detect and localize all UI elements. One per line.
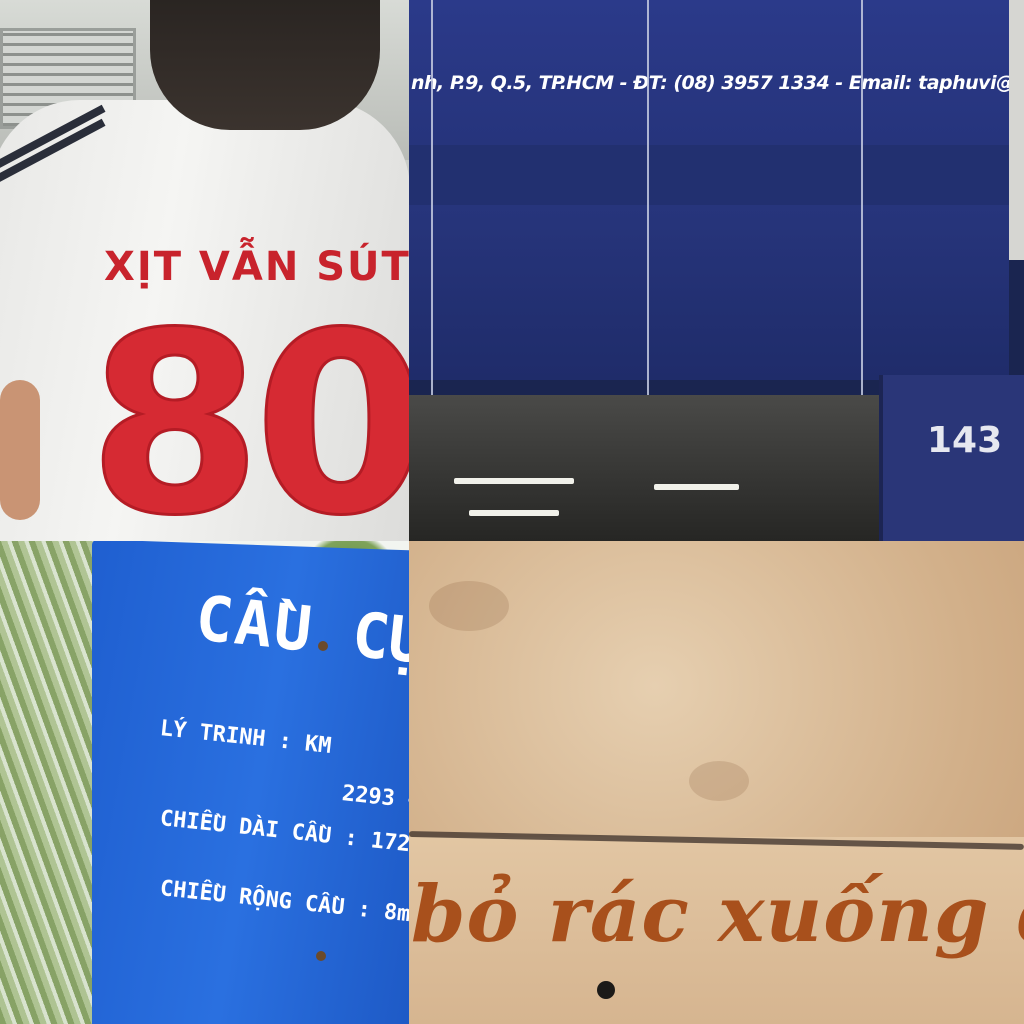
jersey-photo: XỊT VẪN SÚT 80	[0, 0, 409, 541]
house-number: 143	[927, 420, 1003, 461]
building-edge	[1009, 0, 1024, 260]
sign-bolt	[318, 641, 328, 651]
fascia-band	[409, 145, 1009, 205]
blue-cladding	[409, 205, 1009, 380]
tree	[0, 541, 95, 1024]
painted-wall-photo: bỏ rác xuống đường	[409, 541, 1024, 1024]
arm	[0, 380, 40, 520]
sign-bolt	[316, 951, 326, 961]
jersey-number: 80	[87, 279, 409, 541]
wall-stain	[429, 581, 509, 631]
panel-seam	[861, 0, 863, 400]
panel-seam	[431, 0, 433, 400]
hair	[150, 0, 380, 130]
wall-stain	[689, 761, 749, 801]
nail-hole	[597, 981, 615, 999]
ceiling-light	[654, 484, 739, 490]
painted-slogan: bỏ rác xuống đường	[411, 869, 1024, 960]
ceiling-light	[454, 478, 574, 484]
shop-window	[409, 395, 879, 541]
ceiling-light	[469, 510, 559, 516]
panel-seam	[647, 0, 649, 400]
photo-collage: XỊT VẪN SÚT 80 nh, P.9, Q.5, TP.HCM - ĐT…	[0, 0, 1024, 1024]
bridge-sign-photo: CẦU CỰA C LÝ TRINH : KM 2293 + . CHIỀU D…	[0, 541, 409, 1024]
storefront-photo: nh, P.9, Q.5, TP.HCM - ĐT: (08) 3957 133…	[409, 0, 1024, 541]
fascia-contact-text: nh, P.9, Q.5, TP.HCM - ĐT: (08) 3957 133…	[411, 72, 1024, 94]
